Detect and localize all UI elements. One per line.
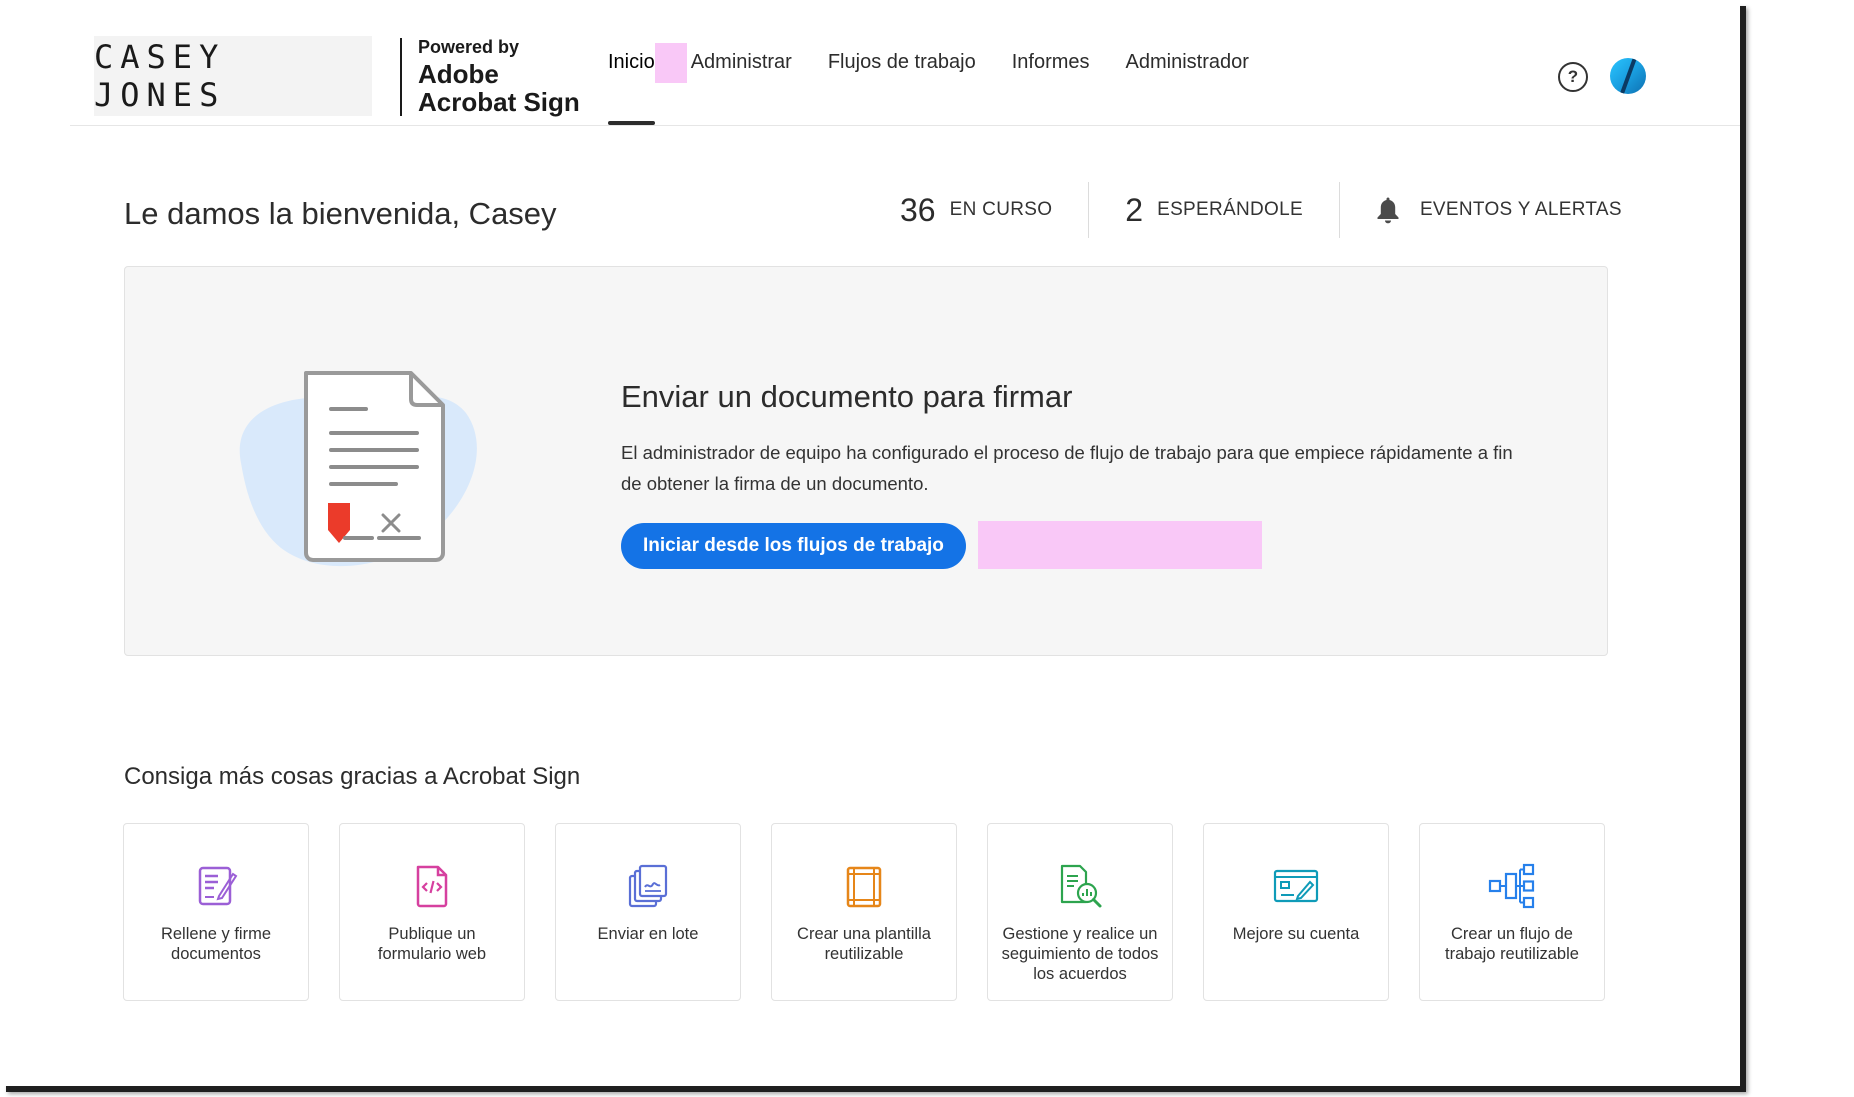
- stat-in-progress[interactable]: 36 EN CURSO: [900, 182, 1088, 238]
- company-logo[interactable]: CASEY JONES: [94, 36, 372, 116]
- bell-icon: [1377, 197, 1399, 224]
- template-card[interactable]: Crear una plantilla reutilizable: [771, 823, 957, 1001]
- fill-sign-card[interactable]: Rellene y firme documentos: [123, 823, 309, 1001]
- web-form-icon: [416, 865, 448, 908]
- nav-informes[interactable]: Informes: [1012, 0, 1090, 125]
- card-label: Publique un formulario web: [377, 925, 487, 963]
- brand-divider: [400, 38, 402, 116]
- stat-count: 2: [1125, 191, 1144, 228]
- stat-waiting[interactable]: 2 ESPERÁNDOLE: [1088, 182, 1339, 238]
- card-label: Crear un flujo de trabajo reutilizable: [1445, 925, 1579, 963]
- product-name-line1: Adobe: [418, 59, 499, 89]
- nav-administrar[interactable]: Administrar: [691, 0, 792, 125]
- section-title: Consiga más cosas gracias a Acrobat Sign: [124, 763, 581, 790]
- template-icon: [846, 866, 882, 908]
- main-nav: Inicio Administrar Flujos de trabajo Inf…: [608, 0, 1285, 125]
- company-name: CASEY JONES: [94, 38, 226, 114]
- help-icon[interactable]: ?: [1558, 62, 1588, 92]
- upgrade-account-icon: [1273, 869, 1319, 903]
- hero-description: El administrador de equipo ha configurad…: [621, 442, 1513, 494]
- bulk-send-icon: [628, 864, 668, 908]
- stat-count: 36: [900, 191, 936, 228]
- events-alerts-label: EVENTOS Y ALERTAS: [1419, 199, 1622, 220]
- redacted-box: [978, 521, 1262, 569]
- hero-title: Enviar un documento para firmar: [621, 379, 1073, 414]
- agreement-stats: 36 EN CURSO 2 ESPERÁNDOLE EVENTOS Y ALER…: [900, 182, 1658, 238]
- document-sign-illustration: [239, 371, 477, 567]
- track-agreements-icon: [1060, 864, 1102, 908]
- upgrade-account-card[interactable]: Mejore su cuenta: [1203, 823, 1389, 1001]
- top-header: CASEY JONES Powered by Adobe Acrobat Sig…: [70, 0, 1740, 126]
- nav-administrador[interactable]: Administrador: [1126, 0, 1249, 125]
- card-label: Rellene y firme documentos: [160, 925, 272, 963]
- bulk-send-card[interactable]: Enviar en lote: [555, 823, 741, 1001]
- redacted-box: [654, 42, 687, 83]
- web-form-card[interactable]: Publique un formulario web: [339, 823, 525, 1001]
- fill-sign-icon: [198, 866, 238, 906]
- quick-actions: Rellene y firme documentos Publique un f…: [123, 823, 1635, 1001]
- powered-by-adobe-logo: Powered by Adobe Acrobat Sign: [418, 38, 580, 116]
- product-name-line2: Acrobat Sign: [418, 87, 580, 117]
- start-from-workflows-button[interactable]: Iniciar desde los flujos de trabajo: [621, 523, 966, 569]
- workflow-card[interactable]: Crear un flujo de trabajo reutilizable: [1419, 823, 1605, 1001]
- events-alerts-button[interactable]: EVENTOS Y ALERTAS: [1338, 182, 1658, 238]
- card-label: Mejore su cuenta: [1232, 925, 1360, 943]
- card-label: Enviar en lote: [597, 925, 699, 943]
- nav-inicio[interactable]: Inicio: [608, 0, 655, 125]
- stat-label: ESPERÁNDOLE: [1157, 199, 1303, 220]
- workflow-icon: [1488, 863, 1535, 909]
- welcome-heading: Le damos la bienvenida, Casey: [124, 196, 557, 231]
- nav-flujos-de-trabajo[interactable]: Flujos de trabajo: [828, 0, 976, 125]
- stat-label: EN CURSO: [949, 199, 1053, 220]
- card-label: Crear una plantilla reutilizable: [797, 925, 931, 963]
- user-avatar[interactable]: [1610, 58, 1646, 94]
- powered-by-label: Powered by: [418, 37, 520, 57]
- app-window: CASEY JONES Powered by Adobe Acrobat Sig…: [0, 0, 1740, 1086]
- track-agreements-card[interactable]: Gestione y realice un seguimiento de tod…: [987, 823, 1173, 1001]
- card-label: Gestione y realice un seguimiento de tod…: [1001, 925, 1159, 983]
- send-document-card: Enviar un documento para firmar El admin…: [124, 266, 1608, 656]
